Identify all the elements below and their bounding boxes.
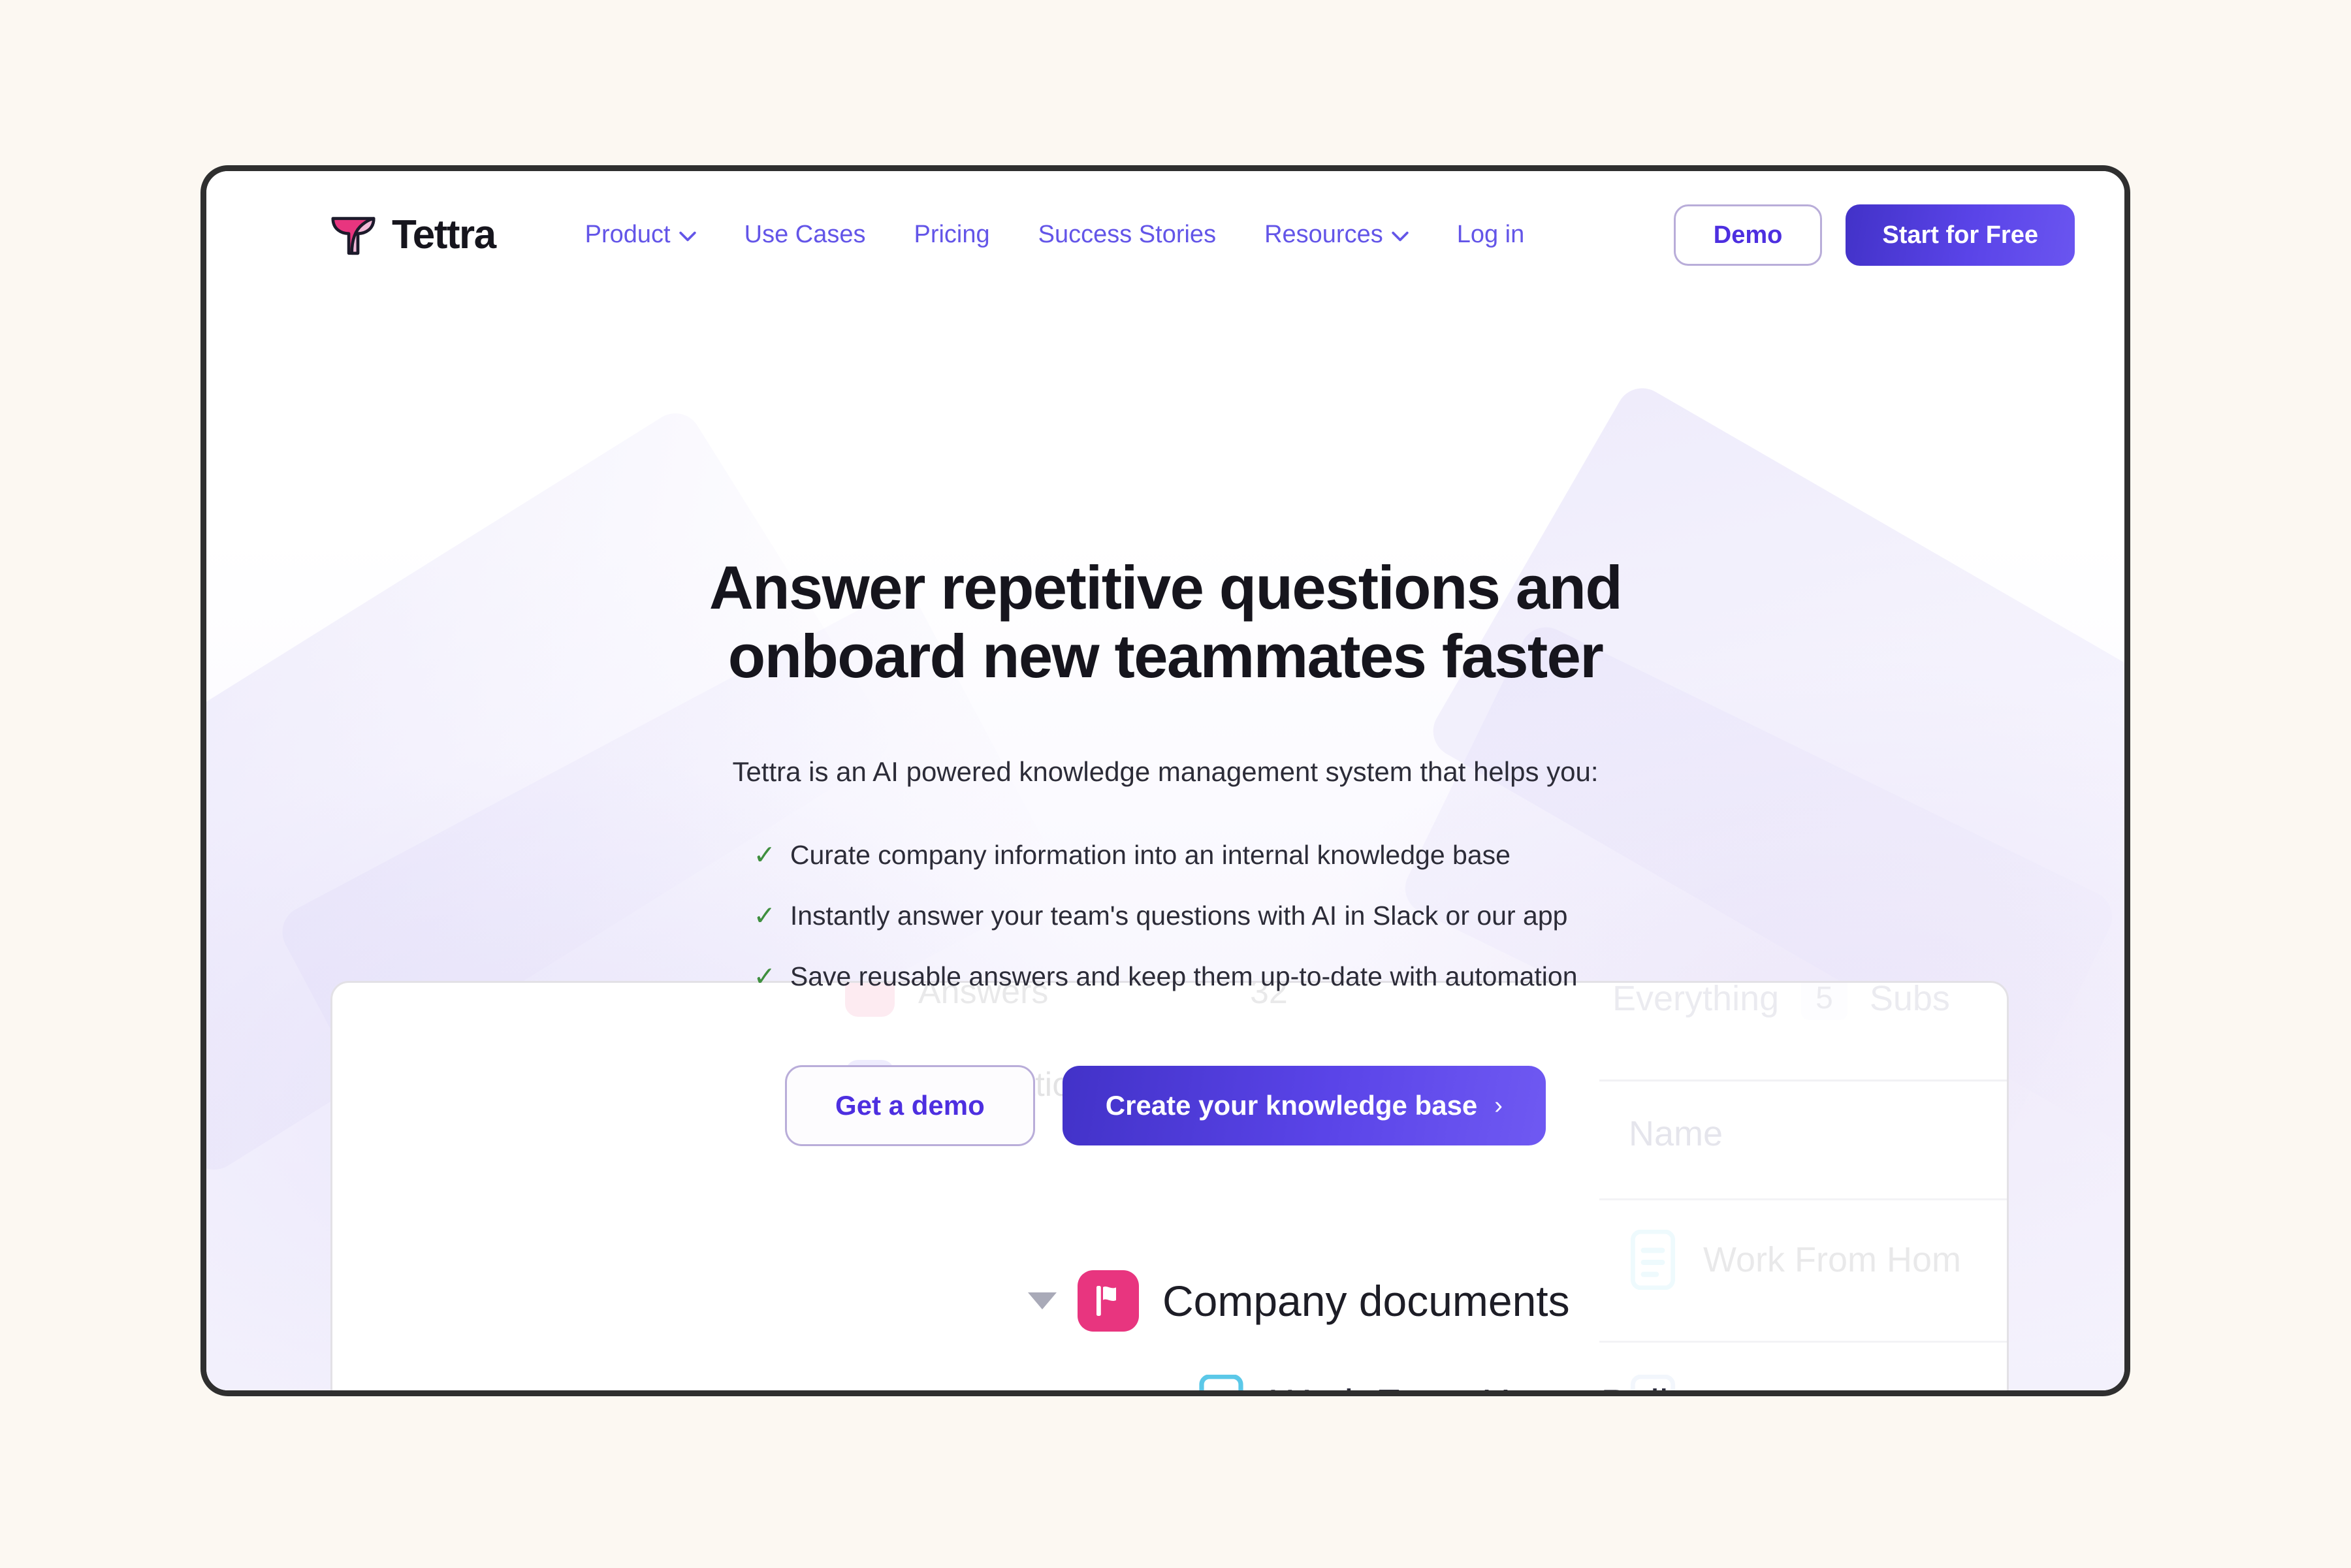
chevron-down-icon [679,231,696,241]
nav-links: Product Use Cases Pricing Success Storie… [561,221,1549,249]
table-row-label: Roles & Expecta [1703,1384,1964,1390]
nav-item-pricing[interactable]: Pricing [889,221,1014,249]
create-knowledge-base-label: Create your knowledge base [1105,1090,1478,1121]
headline-line-2: onboard new teammates faster [728,622,1604,691]
list-item-label: Curate company information into an inter… [790,839,1511,870]
top-navigation-bar: Tettra Product Use Cases Pricing Success… [206,171,2124,298]
nav-item-log-in[interactable]: Log in [1433,221,1549,249]
brand-name: Tettra [392,212,496,257]
table-row-label: Work From Hom [1703,1240,1962,1279]
nav-item-label: Resources [1264,221,1383,248]
nav-item-product[interactable]: Product [561,221,720,249]
hero-section: Answer repetitive questions and onboard … [206,298,2124,1147]
hero-benefits-list: ✓ Curate company information into an int… [753,839,1577,994]
check-icon: ✓ [753,961,776,992]
triangle-down-icon[interactable] [1028,1292,1057,1309]
tree-item-company-documents[interactable]: Company documents [1028,1270,1570,1332]
cyan-document-icon [1199,1375,1243,1390]
chevron-right-icon: › [1494,1092,1503,1120]
tree-item-label: Work From Home Policy [1271,1381,1709,1391]
tree-item-work-from-home-policy[interactable]: Work From Home Policy [1198,1375,1709,1391]
list-item-label: Save reusable answers and keep them up-t… [790,961,1578,992]
nav-item-label: Pricing [914,221,990,248]
nav-item-resources[interactable]: Resources [1240,221,1433,249]
brand-logo[interactable]: Tettra [329,211,496,259]
nav-item-label: Log in [1456,221,1525,248]
nav-item-label: Use Cases [744,221,866,248]
pink-flag-folder-icon [1078,1270,1139,1332]
get-a-demo-button[interactable]: Get a demo [785,1065,1035,1147]
page-title: Answer repetitive questions and onboard … [591,553,1740,691]
list-item-label: Instantly answer your team's questions w… [790,900,1568,931]
nav-item-use-cases[interactable]: Use Cases [720,221,890,249]
document-icon [1630,1230,1676,1290]
check-icon: ✓ [753,900,776,931]
hero-subheading: Tettra is an AI powered knowledge manage… [732,756,1599,787]
headline-line-1: Answer repetitive questions and [709,553,1623,622]
tettra-whale-tail-logo-icon [331,216,376,255]
create-knowledge-base-button[interactable]: Create your knowledge base › [1062,1066,1546,1146]
nav-item-success-stories[interactable]: Success Stories [1014,221,1240,249]
hero-cta-row: Get a demo Create your knowledge base › [206,1065,2124,1147]
demo-button[interactable]: Demo [1673,204,1823,266]
tree-item-label: Company documents [1162,1277,1570,1325]
nav-item-label: Product [584,221,671,248]
browser-window-frame: Tettra Product Use Cases Pricing Success… [200,165,2130,1396]
list-item: ✓ Save reusable answers and keep them up… [753,960,1577,993]
flag-icon [1096,1286,1116,1316]
list-item: ✓ Instantly answer your team's questions… [753,899,1577,933]
nav-actions: Demo Start for Free [1673,204,2075,266]
list-item: ✓ Curate company information into an int… [753,839,1577,872]
nav-item-label: Success Stories [1038,221,1217,248]
divider [1599,1198,2007,1200]
page-canvas: Tettra Product Use Cases Pricing Success… [206,171,2124,1390]
divider [1599,1341,2007,1343]
start-for-free-button[interactable]: Start for Free [1846,204,2075,266]
chevron-down-icon [1392,231,1409,241]
check-icon: ✓ [753,839,776,870]
table-row[interactable]: Work From Hom [1629,1230,1961,1290]
